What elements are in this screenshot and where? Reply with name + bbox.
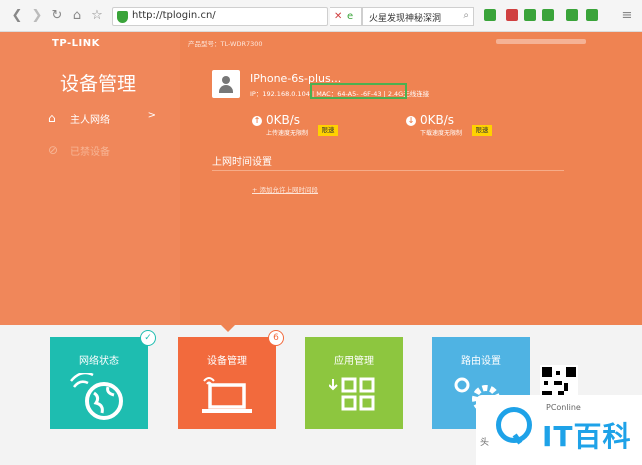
sidebar: TP-LINK 设备管理 ⌂ 主人网络 > ⊘ 已禁设备 [0, 32, 180, 325]
extension-grid-icon[interactable] [484, 9, 496, 21]
address-bar[interactable]: http://tplogin.cn/ [112, 7, 328, 26]
watermark-title: IT百科 [542, 420, 632, 453]
sidebar-item-blocked-devices[interactable]: ⊘ 已禁设备 [48, 140, 160, 160]
search-query: 火星发现神秘深洞 [369, 14, 442, 24]
browser-e-icon[interactable]: e [347, 11, 353, 22]
extension-user-icon[interactable] [586, 9, 598, 21]
watermark-side-text: 头 [480, 438, 490, 448]
tplink-logo: TP-LINK [52, 38, 100, 49]
apps-grid-icon [329, 377, 375, 411]
download-value: 0KB/s [420, 113, 455, 127]
shield-icon [117, 11, 128, 23]
mac-highlight-box [310, 83, 407, 99]
search-icon[interactable]: ⌕ [463, 10, 469, 21]
add-time-link[interactable]: + 添加允许上网时间段 [252, 184, 318, 194]
tile-label: 路由设置 [461, 356, 501, 367]
home-icon[interactable]: ⌂ [70, 9, 84, 23]
tile-network-status[interactable]: 网络状态 [50, 337, 148, 429]
forward-icon[interactable]: ❯ [30, 9, 44, 23]
blocked-icon: ⊘ [48, 143, 59, 157]
router-app: TP-LINK 设备管理 ⌂ 主人网络 > ⊘ 已禁设备 产品型号：TL-WDR… [0, 32, 642, 325]
tile-device-management[interactable]: 设备管理 [178, 337, 276, 429]
address-actions: ✕ e [330, 7, 362, 26]
extension-shield-icon[interactable] [566, 9, 578, 21]
url-text: http://tplogin.cn/ [132, 10, 216, 21]
product-model: 产品型号：TL-WDR7300 [188, 40, 263, 48]
download-limit-button[interactable]: 限速 [472, 125, 492, 136]
upload-arrow-icon: ↑ [252, 116, 262, 126]
download-caption: 下载速度无限制 [420, 130, 463, 137]
watermark-brand: PConline [546, 403, 581, 412]
device-count-badge: 6 [268, 330, 284, 346]
sidebar-item-label: 主人网络 [70, 115, 110, 126]
search-input[interactable]: 火星发现神秘深洞 ⌕ [362, 7, 474, 26]
tile-label: 网络状态 [79, 356, 119, 367]
upload-caption: 上传速度无限制 [266, 130, 309, 137]
divider [212, 170, 564, 171]
blurred-header-text [496, 39, 586, 44]
schedule-title: 上网时间设置 [212, 157, 272, 168]
upload-value: 0KB/s [266, 113, 301, 127]
extension-search-icon[interactable] [542, 9, 554, 21]
extension-dots-icon[interactable] [524, 9, 536, 21]
pconline-logo-icon [496, 407, 532, 443]
user-avatar-icon [212, 70, 240, 98]
download-arrow-icon: ↓ [406, 116, 416, 126]
tile-app-management[interactable]: 应用管理 [305, 337, 403, 429]
home-icon: ⌂ [48, 111, 56, 125]
browser-toolbar: ❮ ❯ ↻ ⌂ ☆ http://tplogin.cn/ ✕ e 火星发现神秘深… [0, 0, 642, 32]
active-pointer [221, 325, 235, 332]
back-icon[interactable]: ❮ [10, 9, 24, 23]
page-title: 设备管理 [60, 73, 137, 95]
extension-scissors-icon[interactable] [506, 9, 518, 21]
tile-label: 设备管理 [207, 356, 247, 367]
star-icon[interactable]: ☆ [90, 9, 104, 23]
menu-icon[interactable]: ≡ [620, 9, 634, 23]
sidebar-item-host-network[interactable]: ⌂ 主人网络 > [48, 108, 160, 128]
status-check-badge: ✓ [140, 330, 156, 346]
exclamation-icon[interactable]: ✕ [334, 11, 342, 22]
globe-icon [70, 373, 123, 420]
sidebar-item-label: 已禁设备 [70, 147, 110, 158]
chevron-right-icon: > [147, 110, 156, 121]
refresh-icon[interactable]: ↻ [50, 9, 64, 23]
upload-limit-button[interactable]: 限速 [318, 125, 338, 136]
laptop-icon [202, 377, 252, 413]
tile-label: 应用管理 [334, 356, 374, 367]
pconline-watermark: 头 PConline IT百科 [476, 395, 642, 465]
